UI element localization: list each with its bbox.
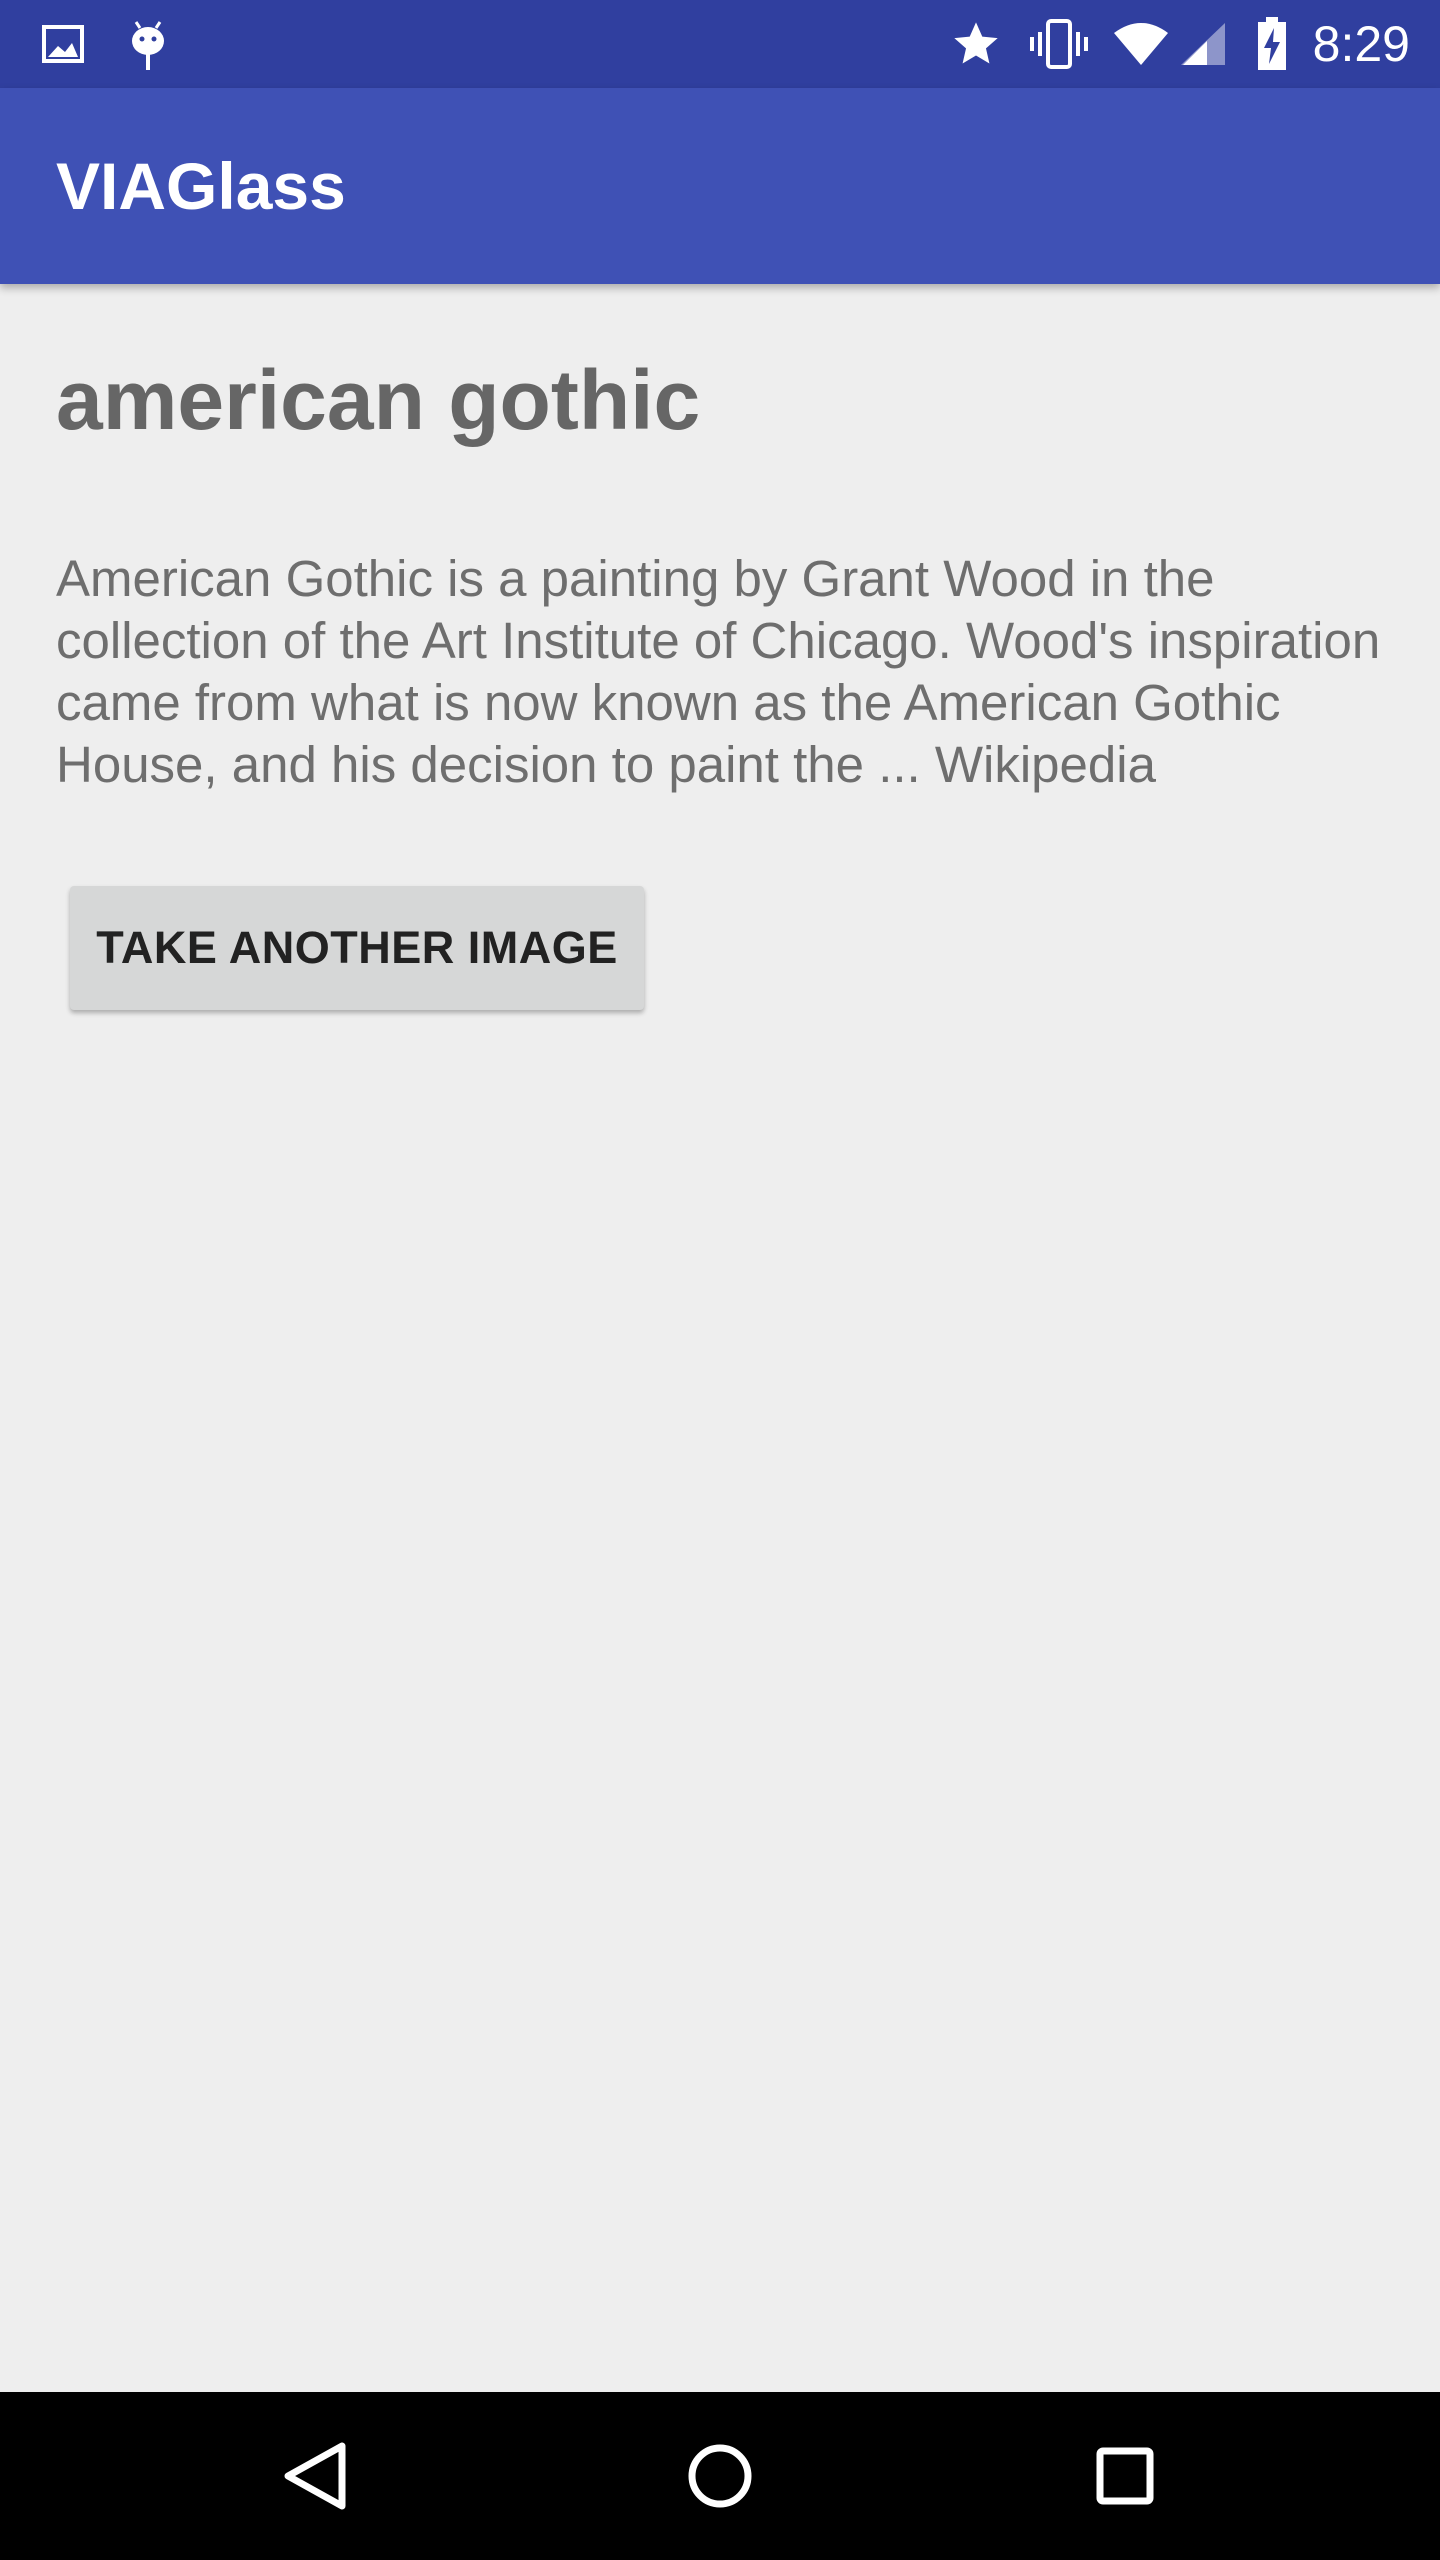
image-icon (38, 0, 88, 88)
star-icon (948, 0, 1004, 88)
back-icon[interactable] (215, 2392, 415, 2560)
app-title: VIAGlass (56, 149, 346, 223)
signal-icon (1178, 0, 1228, 88)
status-bar: 8:29 (0, 0, 1440, 88)
vibrate-icon (1026, 0, 1092, 88)
navigation-bar (0, 2392, 1440, 2560)
battery-charging-icon (1252, 0, 1292, 88)
home-icon[interactable] (620, 2392, 820, 2560)
status-time: 8:29 (1312, 16, 1410, 72)
android-debug-icon (122, 0, 174, 88)
main-content: american gothic American Gothic is a pai… (0, 284, 1440, 2392)
artwork-description: American Gothic is a painting by Grant W… (56, 550, 1381, 793)
app-bar: VIAGlass (0, 88, 1440, 284)
wifi-icon (1110, 0, 1172, 88)
recents-icon[interactable] (1025, 2392, 1225, 2560)
take-another-image-button[interactable]: TAKE ANOTHER IMAGE (70, 886, 644, 1010)
artwork-title: american gothic (56, 353, 701, 447)
